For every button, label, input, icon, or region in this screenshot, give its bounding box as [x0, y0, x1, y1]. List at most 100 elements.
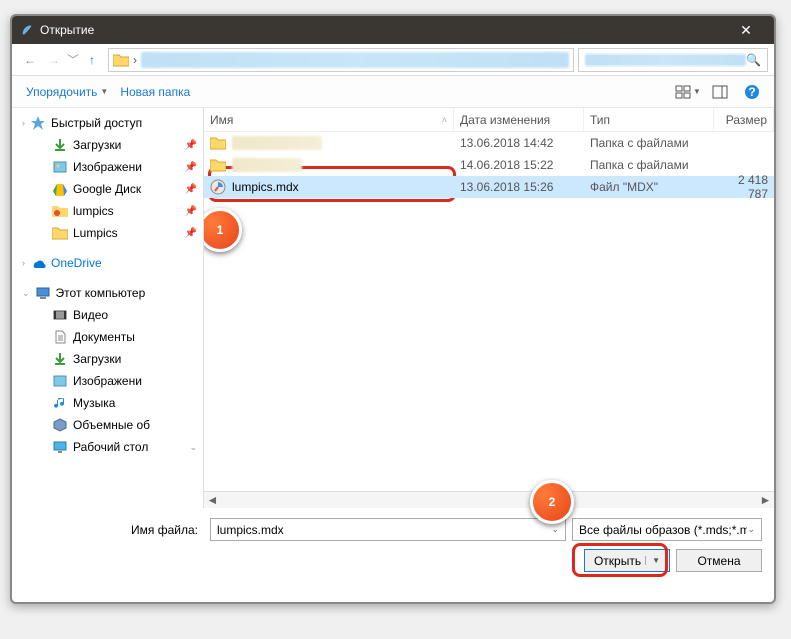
sidebar-label: Видео	[73, 308, 108, 322]
recent-dropdown[interactable]: ﹀	[66, 51, 80, 68]
onedrive-icon	[30, 255, 46, 271]
file-row[interactable]: 13.06.2018 14:42 Папка с файлами	[204, 132, 774, 154]
chevron-right-icon: ›	[22, 258, 25, 268]
address-path-blurred	[141, 52, 569, 68]
column-label: Дата изменения	[460, 113, 550, 127]
sidebar-desktop[interactable]: Рабочий стол ⌄	[12, 436, 203, 458]
address-bar[interactable]: ›	[108, 48, 574, 72]
sidebar-label: Объемные об	[73, 418, 150, 432]
organize-label: Упорядочить	[26, 85, 97, 99]
file-list-area: Имя ˄ Дата изменения Тип Размер 13.06.20…	[204, 108, 774, 508]
scroll-right-icon[interactable]: ►	[757, 493, 774, 507]
folder-icon	[210, 135, 226, 151]
sidebar-images[interactable]: Изображени 📌	[12, 156, 203, 178]
close-button[interactable]: ✕	[726, 22, 766, 39]
titlebar: Открытие ✕	[12, 16, 774, 44]
annotation-badge-2: 2	[530, 480, 574, 524]
path-chevron-icon: ›	[133, 53, 137, 67]
sidebar-label: Lumpics	[73, 226, 118, 240]
new-folder-button[interactable]: Новая папка	[114, 81, 196, 103]
pin-icon: 📌	[185, 140, 197, 151]
column-label: Тип	[590, 113, 610, 127]
scroll-left-icon[interactable]: ◄	[204, 493, 221, 507]
column-name[interactable]: Имя ˄	[204, 108, 454, 131]
folder-icon	[52, 203, 68, 219]
sidebar-quick-access[interactable]: › Быстрый доступ	[12, 112, 203, 134]
filename-label: Имя файла:	[24, 523, 204, 537]
sidebar-music[interactable]: Музыка	[12, 392, 203, 414]
sort-icon: ˄	[442, 115, 447, 125]
chevron-right-icon: ›	[22, 118, 25, 128]
sidebar-thispc[interactable]: ⌄ Этот компьютер	[12, 282, 203, 304]
chevron-down-icon: ⌄	[551, 524, 559, 535]
mdx-file-icon	[210, 179, 226, 195]
sidebar-volumes[interactable]: Объемные об	[12, 414, 203, 436]
music-icon	[52, 395, 68, 411]
cell-size: 2 418 787	[714, 173, 774, 201]
annotation-badge-1: 1	[204, 208, 242, 252]
open-dialog: Открытие ✕ ← → ﹀ ↑ › 🔍 Упорядочить▼ Нова…	[10, 14, 776, 604]
sidebar-onedrive[interactable]: › OneDrive	[12, 252, 203, 274]
chevron-down-icon: ▼	[100, 87, 108, 96]
pin-icon: 📌	[185, 162, 197, 173]
column-size[interactable]: Размер	[714, 108, 774, 131]
column-date[interactable]: Дата изменения	[454, 108, 584, 131]
organize-button[interactable]: Упорядочить▼	[20, 81, 114, 103]
sidebar-documents[interactable]: Документы	[12, 326, 203, 348]
filename-input[interactable]: lumpics.mdx ⌄	[210, 518, 566, 541]
sidebar-downloads[interactable]: Загрузки📌	[12, 134, 203, 156]
sidebar-label: Изображени	[73, 160, 142, 174]
pin-icon: 📌	[185, 184, 197, 195]
sidebar-label: Этот компьютер	[56, 286, 146, 300]
filename-value: lumpics.mdx	[217, 523, 284, 537]
file-row[interactable]: 14.06.2018 15:22 Папка с файлами	[204, 154, 774, 176]
command-row: Упорядочить▼ Новая папка ▼ ?	[12, 76, 774, 108]
sidebar-gdrive[interactable]: Google Диск📌	[12, 178, 203, 200]
new-folder-label: Новая папка	[120, 85, 190, 99]
cell-date: 13.06.2018 15:26	[454, 180, 584, 194]
back-button[interactable]: ←	[18, 48, 42, 72]
content-area: › Быстрый доступ Загрузки📌 Изображени📌 G…	[12, 108, 774, 508]
horizontal-scrollbar[interactable]: ◄ ►	[204, 491, 774, 508]
chevron-down-icon: ⌄	[189, 442, 197, 453]
thispc-icon	[35, 285, 51, 301]
cell-date: 13.06.2018 14:42	[454, 136, 584, 150]
pin-icon: 📌	[185, 206, 197, 217]
scroll-track[interactable]	[221, 492, 757, 508]
search-input[interactable]: 🔍	[578, 48, 768, 72]
view-button[interactable]: ▼	[674, 80, 702, 104]
sidebar-downloads2[interactable]: Загрузки	[12, 348, 203, 370]
sidebar-images2[interactable]: Изображени	[12, 370, 203, 392]
documents-icon	[52, 329, 68, 345]
pin-icon: 📌	[185, 228, 197, 239]
gdrive-icon	[52, 181, 68, 197]
column-type[interactable]: Тип	[584, 108, 714, 131]
sidebar-label: Быстрый доступ	[51, 116, 142, 130]
help-button[interactable]: ?	[738, 80, 766, 104]
open-button[interactable]: Открыть ▼	[584, 549, 670, 572]
chevron-down-icon: ⌄	[747, 524, 755, 535]
open-label: Открыть	[594, 554, 641, 568]
folder-icon	[52, 225, 68, 241]
sidebar-label: Музыка	[73, 396, 115, 410]
cell-name: lumpics.mdx	[232, 180, 299, 194]
search-icon: 🔍	[746, 53, 761, 67]
sidebar-label: Рабочий стол	[73, 440, 148, 454]
file-row-selected[interactable]: lumpics.mdx 13.06.2018 15:26 Файл "MDX" …	[204, 176, 774, 198]
forward-button[interactable]: →	[42, 48, 66, 72]
search-placeholder-blurred	[585, 54, 746, 66]
star-icon	[30, 115, 46, 131]
badge-number: 2	[549, 495, 556, 509]
up-button[interactable]: ↑	[80, 48, 104, 72]
cancel-button[interactable]: Отмена	[676, 549, 762, 572]
images-icon	[52, 159, 68, 175]
filetype-filter[interactable]: Все файлы образов (*.mds;*.md ⌄	[572, 518, 762, 541]
preview-pane-button[interactable]	[706, 80, 734, 104]
sidebar: › Быстрый доступ Загрузки📌 Изображени📌 G…	[12, 108, 204, 508]
svg-text:?: ?	[748, 85, 755, 99]
sidebar-video[interactable]: Видео	[12, 304, 203, 326]
filename-blurred	[232, 158, 302, 172]
sidebar-lumpics1[interactable]: lumpics📌	[12, 200, 203, 222]
sidebar-lumpics2[interactable]: Lumpics 📌	[12, 222, 203, 244]
video-icon	[52, 307, 68, 323]
